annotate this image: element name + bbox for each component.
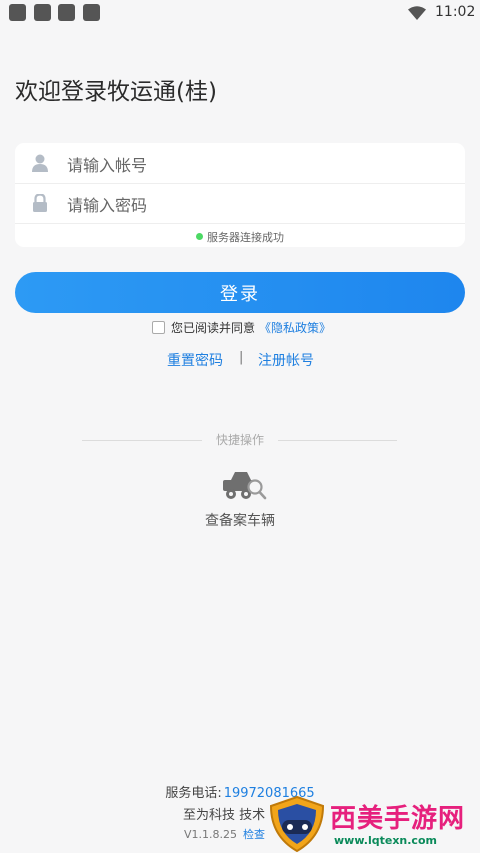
watermark-logo [269, 796, 325, 852]
lock-icon [33, 194, 47, 212]
login-form-card: 服务器连接成功 [15, 143, 465, 247]
password-input[interactable] [65, 189, 449, 221]
account-input[interactable] [65, 149, 449, 181]
notification-icon [34, 4, 51, 21]
status-dot-icon [196, 233, 203, 240]
version-number: V1.1.8.25 [184, 828, 238, 841]
server-status-text: 服务器连接成功 [207, 231, 284, 244]
notification-icon [9, 4, 26, 21]
service-phone-label: 服务电话: [165, 786, 222, 801]
privacy-policy-link[interactable]: 《隐私政策》 [259, 321, 331, 335]
server-status: 服务器连接成功 [15, 229, 465, 245]
quick-action-check-vehicle[interactable]: 查备案车辆 [200, 468, 280, 532]
user-icon [32, 154, 48, 172]
status-bar: 11:02 [0, 0, 480, 26]
divider [15, 183, 465, 184]
login-button[interactable]: 登录 [15, 272, 465, 313]
check-update-link[interactable]: 检查 [243, 828, 265, 841]
watermark: 西美手游网 www.lqtexn.com [268, 794, 480, 853]
agree-checkbox[interactable] [152, 321, 165, 334]
agreement-row: 您已阅读并同意 《隐私政策》 [152, 319, 331, 336]
password-field-row [15, 185, 465, 223]
watermark-text: 西美手游网 [330, 804, 466, 834]
agreement-text: 您已阅读并同意 [171, 321, 256, 335]
truck-search-icon [223, 472, 267, 500]
clock: 11:02 [435, 4, 476, 20]
divider [15, 223, 465, 224]
register-link[interactable]: 注册帐号 [258, 350, 314, 370]
watermark-subtext: www.lqtexn.com [334, 834, 437, 847]
notification-icon [58, 4, 75, 21]
notification-icon [83, 4, 100, 21]
company-info: 至为科技 技术 [183, 808, 266, 823]
version-info: V1.1.8.25 检查 [184, 826, 265, 842]
link-separator: | [239, 350, 244, 365]
wifi-icon [408, 6, 426, 20]
page-title: 欢迎登录牧运通(桂) [15, 79, 217, 105]
quick-actions-title: 快捷操作 [215, 433, 264, 447]
reset-password-link[interactable]: 重置密码 [167, 350, 223, 370]
account-field-row [15, 145, 465, 183]
quick-action-label: 查备案车辆 [205, 513, 275, 529]
